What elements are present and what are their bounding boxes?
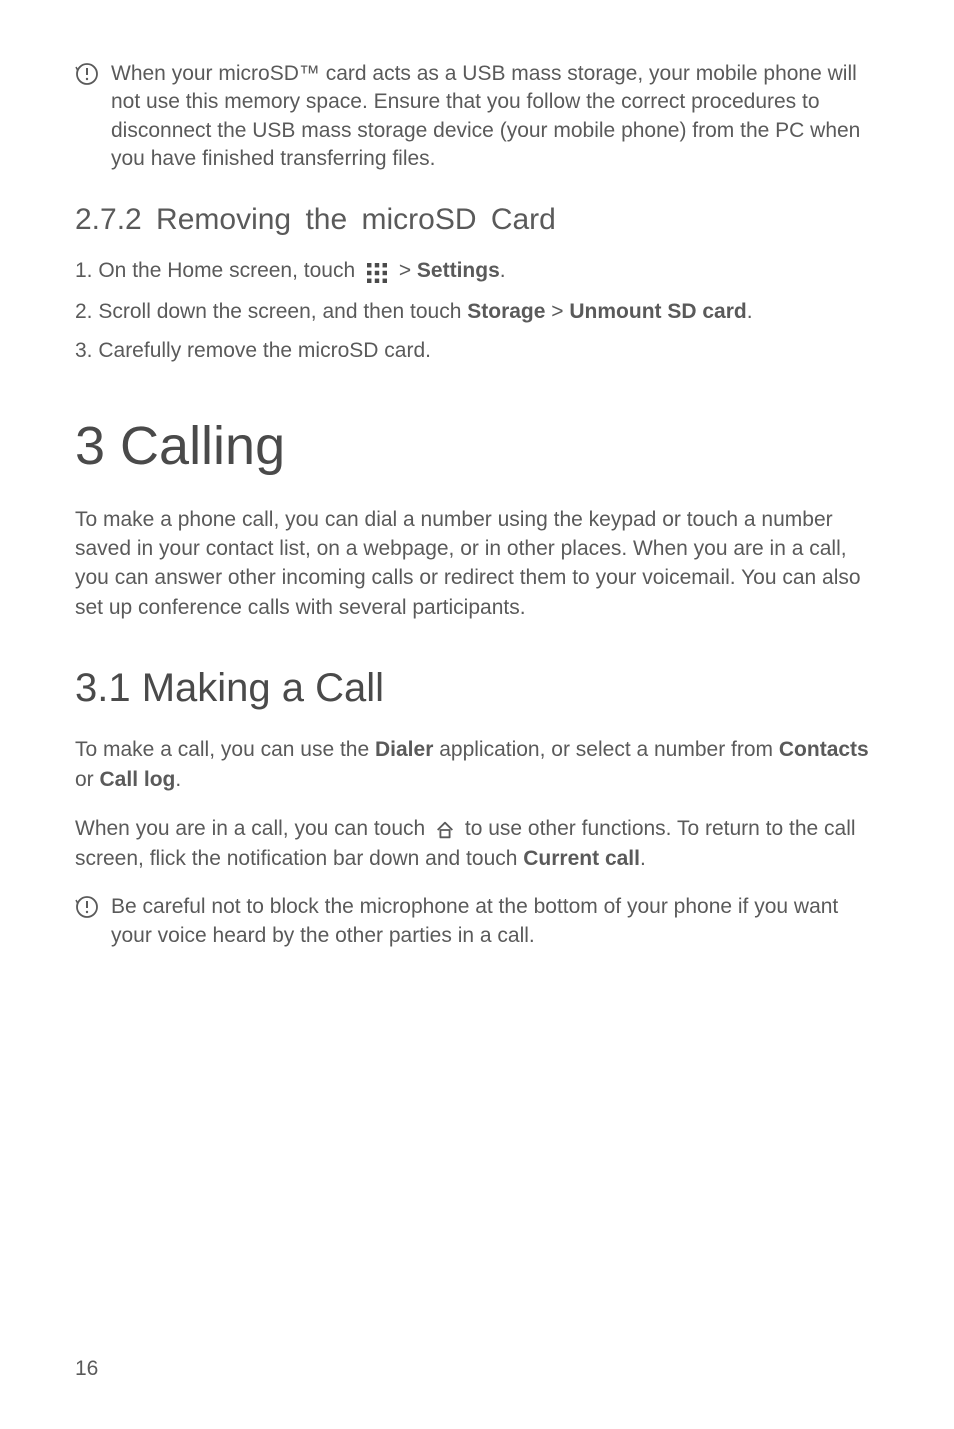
p1-contacts-bold: Contacts xyxy=(779,738,869,761)
step2-mid: > xyxy=(545,300,569,323)
step-2: 2. Scroll down the screen, and then touc… xyxy=(75,296,879,328)
p1-calllog-bold: Call log xyxy=(100,768,176,791)
step1-text-after: > xyxy=(393,259,417,282)
p1-mid2: or xyxy=(75,768,100,791)
p1-mid: application, or select a number from xyxy=(433,738,779,761)
step-1: 1. On the Home screen, touch > Settings. xyxy=(75,255,879,287)
note-text-usb: When your microSD™ card acts as a USB ma… xyxy=(111,60,879,173)
step1-text-before: 1. On the Home screen, touch xyxy=(75,259,361,282)
home-icon xyxy=(434,815,456,844)
step2-text-before: 2. Scroll down the screen, and then touc… xyxy=(75,300,467,323)
heading-3-calling: 3 Calling xyxy=(75,415,879,477)
p1-dialer-bold: Dialer xyxy=(375,738,433,761)
step2-unmount-bold: Unmount SD card xyxy=(569,300,746,323)
p1-before: To make a call, you can use the xyxy=(75,738,375,761)
note-text-microphone: Be careful not to block the microphone a… xyxy=(111,893,879,950)
p2-end: . xyxy=(640,847,646,870)
note-block-usb: When your microSD™ card acts as a USB ma… xyxy=(75,60,879,173)
p2-before: When you are in a call, you can touch xyxy=(75,817,431,840)
note-block-microphone: Be careful not to block the microphone a… xyxy=(75,893,879,950)
heading-31-making-call: 3.1 Making a Call xyxy=(75,666,879,711)
page-number: 16 xyxy=(75,1357,98,1381)
calling-intro: To make a phone call, you can dial a num… xyxy=(75,505,879,623)
step2-end: . xyxy=(747,300,753,323)
heading-272: 2.7.2 Removing the microSD Card xyxy=(75,203,879,237)
caution-icon xyxy=(75,895,99,924)
p2-currentcall-bold: Current call xyxy=(523,847,640,870)
making-call-p2: When you are in a call, you can touch to… xyxy=(75,814,879,874)
making-call-p1: To make a call, you can use the Dialer a… xyxy=(75,735,879,794)
step-3: 3. Carefully remove the microSD card. xyxy=(75,335,879,367)
step1-end: . xyxy=(500,259,506,282)
caution-icon xyxy=(75,62,99,91)
step1-settings-bold: Settings xyxy=(417,259,500,282)
apps-grid-icon xyxy=(367,256,387,288)
p1-end: . xyxy=(175,768,181,791)
step2-storage-bold: Storage xyxy=(467,300,545,323)
